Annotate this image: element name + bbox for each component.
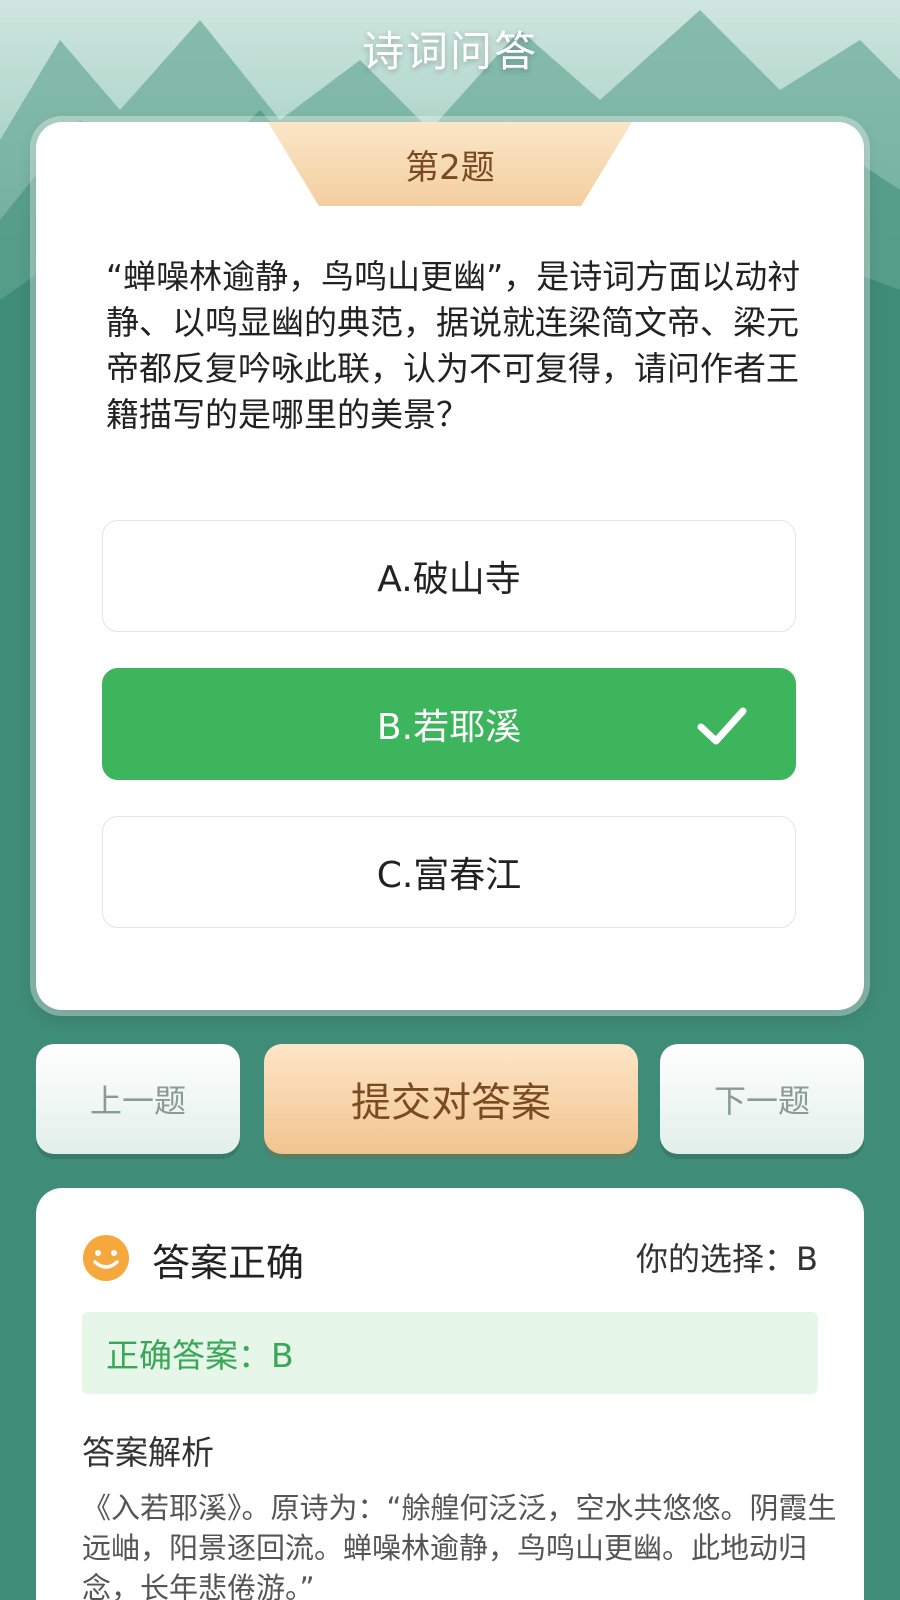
option-a[interactable]: A.破山寺 <box>102 520 796 632</box>
option-b[interactable]: B.若耶溪 <box>102 668 796 780</box>
question-card: 第2题 “蝉噪林逾静，鸟鸣山更幽”，是诗词方面以动衬静、以鸣显幽的典范，据说就连… <box>36 122 864 1010</box>
option-label: C.富春江 <box>376 855 522 896</box>
analysis-heading: 答案解析 <box>82 1433 214 1472</box>
question-number-tab: 第2题 <box>268 122 632 206</box>
your-choice-text: 你的选择：B <box>636 1240 818 1278</box>
check-icon <box>697 707 747 745</box>
option-label: A.破山寺 <box>377 559 521 600</box>
correct-answer-text: 正确答案：B <box>106 1336 294 1375</box>
analysis-text: 《入若耶溪》。原诗为：“艅艎何泛泛，空水共悠悠。阴霞生远岫，阳景逐回流。蝉噪林逾… <box>82 1491 837 1600</box>
option-c[interactable]: C.富春江 <box>102 816 796 928</box>
next-question-button[interactable]: 下一题 <box>660 1044 864 1154</box>
submit-answer-button[interactable]: 提交对答案 <box>264 1044 638 1154</box>
result-card: 答案正确 你的选择：B 正确答案：B 答案解析 《入若耶溪》。原诗为：“艅艎何泛… <box>36 1188 864 1600</box>
smile-icon <box>83 1235 129 1281</box>
result-title: 答案正确 <box>152 1241 305 1285</box>
correct-answer-box: 正确答案：B <box>82 1312 818 1394</box>
option-label: B.若耶溪 <box>376 707 522 748</box>
page-title: 诗词问答 <box>361 27 538 76</box>
question-text: “蝉噪林逾静，鸟鸣山更幽”，是诗词方面以动衬静、以鸣显幽的典范，据说就连梁简文帝… <box>106 257 801 434</box>
prev-question-button[interactable]: 上一题 <box>36 1044 240 1154</box>
